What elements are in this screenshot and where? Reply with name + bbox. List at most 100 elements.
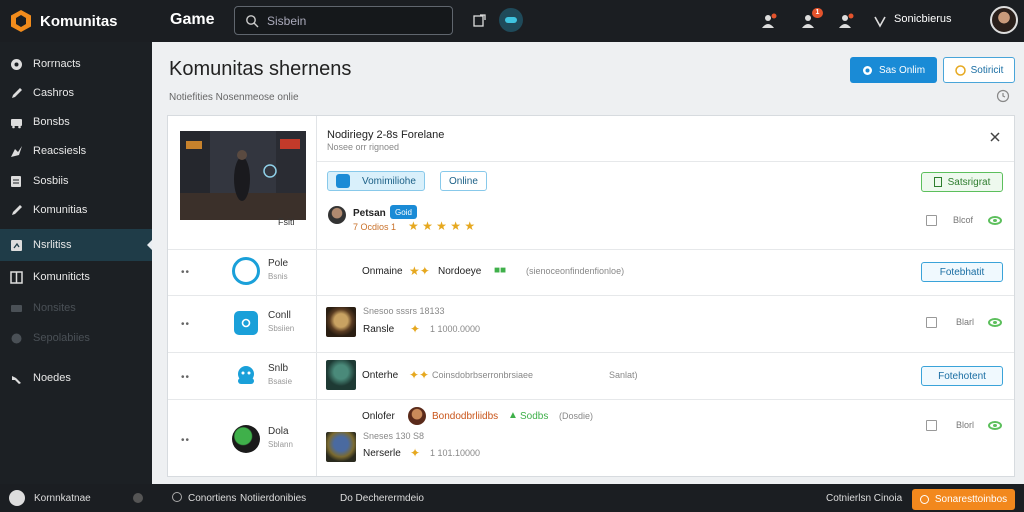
coin-icon: ✦ (410, 322, 421, 336)
eye-icon[interactable] (988, 318, 1002, 327)
game-avatar-icon (232, 425, 260, 453)
contact-item[interactable]: •• Pole Bsnis (168, 249, 317, 295)
status-tag[interactable]: Satsrigrat (921, 172, 1003, 192)
drag-handle-icon[interactable]: •• (181, 372, 190, 383)
footer-cta-button[interactable]: Sonaresttoinbos (912, 489, 1015, 510)
row-line2a: Nerserle (363, 448, 401, 459)
row-line1: Sneses 130 S8 (363, 431, 425, 441)
sidebar-item-1[interactable]: Rorrnacts (0, 49, 152, 79)
thumbnail-caption: Fsiti (278, 217, 295, 227)
row-prefix: Onterhe (362, 370, 399, 381)
game-thumbnail[interactable] (180, 131, 306, 220)
go-online-button[interactable]: Sas Onlim (850, 57, 937, 83)
leaf-icon: ▲ (508, 410, 518, 421)
creature-icon (232, 362, 260, 390)
divider (317, 161, 1014, 162)
footer-link[interactable]: Do Decherermdeio (340, 493, 424, 504)
sidebar-item-10[interactable]: Sepolabiies (0, 323, 152, 353)
row-avatar[interactable] (326, 307, 356, 337)
row-tag[interactable]: Fotebhatit (921, 262, 1003, 282)
sidebar-item-3[interactable]: Bonsbs (0, 107, 152, 137)
status-dot-icon (133, 493, 143, 503)
row-line2b: 1 1000.0000 (430, 324, 481, 334)
rating-stars-icon: ★ ★ ★ ★ ★ (408, 219, 476, 233)
gamepad-icon (9, 57, 23, 71)
page-title: Komunitas shernens (169, 58, 352, 80)
divider (168, 249, 1014, 250)
footer-right-label: Cotnierlsn Cinoia (826, 493, 903, 504)
sidebar-item-6[interactable]: Komunitias (0, 195, 152, 225)
section-title[interactable]: Game (170, 11, 214, 29)
edit-icon[interactable] (926, 420, 937, 431)
close-icon[interactable] (988, 130, 1002, 144)
edit-icon[interactable] (926, 215, 937, 226)
player-stat: Blcof (953, 215, 974, 225)
contact-item[interactable]: •• Snlb Bsasie (168, 354, 317, 400)
notification-badge: 1 (812, 8, 823, 18)
drag-handle-icon[interactable]: •• (181, 267, 190, 278)
sidebar-item-9[interactable]: Nonsites (0, 293, 152, 323)
sidebar-item-2[interactable]: Cashros (0, 78, 152, 108)
top-bar: Komunitas Game 1 Sonicbierus (0, 0, 1024, 42)
controller-icon[interactable] (499, 8, 523, 32)
friends-icon[interactable] (758, 10, 780, 32)
gear-icon (9, 331, 23, 345)
avatar[interactable] (990, 6, 1018, 34)
player-name: Petsan (353, 208, 386, 219)
row-avatar[interactable] (326, 432, 356, 462)
drag-handle-icon[interactable]: •• (181, 319, 190, 330)
play-icon (336, 174, 350, 188)
sidebar-item-8[interactable]: Komuniticts (0, 262, 152, 292)
coin-icon (954, 64, 966, 76)
online-chip[interactable]: Online (440, 171, 487, 191)
circle-icon (919, 495, 929, 504)
document-icon (9, 174, 23, 188)
game-scene-image (180, 131, 306, 220)
row-avatar[interactable] (408, 407, 426, 425)
share-icon[interactable] (468, 10, 490, 32)
footer-link[interactable]: Conortiens (188, 493, 236, 504)
row-stat: Blarl (956, 317, 975, 327)
search-box[interactable] (234, 6, 453, 35)
contact-item[interactable]: •• Conll Sbsiien (168, 301, 317, 347)
drag-handle-icon[interactable]: •• (181, 435, 190, 446)
app-name: Komunitas (40, 12, 118, 30)
username[interactable]: Sonicbierus (894, 13, 951, 25)
circle-icon (862, 65, 872, 75)
row-tag[interactable]: Fotehotent (921, 366, 1003, 386)
filter-chip[interactable]: Vomimiliohe (327, 171, 425, 191)
row-stat: Blorl (956, 420, 975, 430)
contact-item[interactable]: •• Dola Sblann (168, 417, 317, 463)
footer-link[interactable]: Notiierdonibies (240, 493, 306, 504)
sidebar-item-4[interactable]: Reacsiesls (0, 136, 152, 166)
search-icon (246, 14, 259, 27)
row-green: Sodbs (520, 411, 549, 422)
shield-icon[interactable] (869, 10, 891, 32)
row-desc: (Dosdie) (559, 411, 594, 421)
sidebar-item-11[interactable]: Noedes (0, 363, 152, 393)
row-name: Bondodbrliidbs (432, 411, 499, 422)
gem-icon: ■■ (494, 265, 507, 276)
row-line2b: 1 101.10000 (430, 448, 481, 458)
trophy-icon: ★✦ (409, 264, 430, 278)
clock-icon[interactable] (996, 89, 1010, 103)
music-icon[interactable] (9, 490, 25, 506)
info-icon[interactable] (172, 492, 182, 502)
sidebar-item-7[interactable]: Nsrlitiss (0, 229, 152, 261)
eye-icon[interactable] (988, 216, 1002, 225)
edit-icon[interactable] (926, 317, 937, 328)
brand[interactable]: Komunitas (9, 8, 118, 34)
sidebar-item-5[interactable]: Sosbiis (0, 166, 152, 196)
detail-title: Nodiriegy 2-8s Forelane (327, 129, 445, 141)
secondary-button[interactable]: Sotiricit (943, 57, 1015, 83)
messages-icon[interactable]: 1 (798, 8, 823, 32)
pencil-icon (9, 86, 23, 100)
search-input[interactable] (267, 13, 437, 28)
divider (168, 352, 1014, 353)
player-meta: 7 Ocdios 1 (353, 222, 397, 232)
alerts-icon[interactable] (835, 10, 857, 32)
player-avatar[interactable] (328, 206, 346, 224)
sidebar: Rorrnacts Cashros Bonsbs Reacsiesls Sosb… (0, 42, 152, 484)
eye-icon[interactable] (988, 421, 1002, 430)
row-avatar[interactable] (326, 360, 356, 390)
